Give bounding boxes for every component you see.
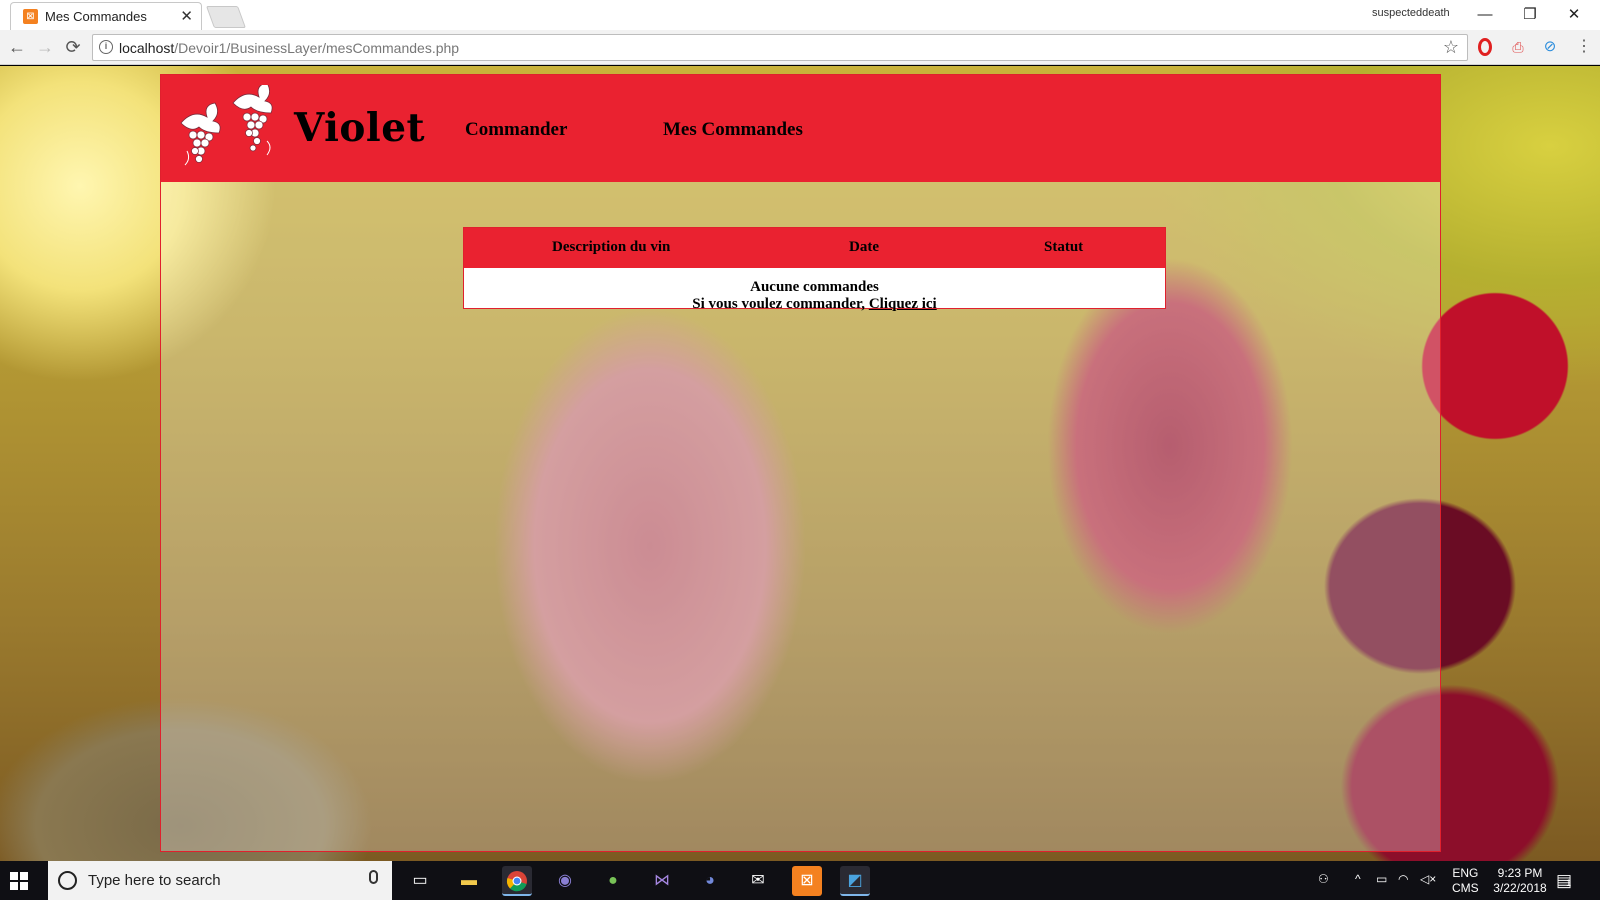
close-window-button[interactable]: ✕ <box>1552 3 1596 27</box>
search-placeholder: Type here to search <box>88 872 221 889</box>
clock-date: 3/22/2018 <box>1493 881 1547 895</box>
browser-toolbar: ← → ⟳ i localhost/Devoir1/BusinessLayer/… <box>0 30 1600 65</box>
back-button[interactable]: ← <box>6 37 28 59</box>
site-container: Violet Commander Mes Commandes Descripti… <box>160 74 1441 852</box>
cortana-icon <box>58 871 77 890</box>
eclipse-icon[interactable]: ◉ <box>550 866 580 896</box>
pdf-icon[interactable]: ⎙ <box>1509 38 1527 56</box>
language-indicator[interactable]: ENG CMS <box>1452 866 1479 896</box>
profile-name[interactable]: suspecteddeath <box>1372 7 1450 19</box>
xampp-icon[interactable]: ⊠ <box>792 866 822 896</box>
microphone-icon[interactable] <box>369 870 378 884</box>
reload-button[interactable]: ⟳ <box>62 37 84 59</box>
url-path: /Devoir1/BusinessLayer/mesCommandes.php <box>174 40 460 56</box>
file-explorer-icon[interactable]: ▬ <box>454 866 484 896</box>
mysql-workbench-icon[interactable]: ◩ <box>840 866 870 896</box>
notification-center-icon[interactable]: ▤1 <box>1556 871 1572 891</box>
speaker-muted-icon[interactable]: ◁× <box>1420 872 1436 886</box>
language-code: ENG <box>1452 866 1479 880</box>
visual-studio-icon[interactable]: ⋈ <box>647 866 677 896</box>
brand-name[interactable]: Violet <box>294 105 425 151</box>
address-bar[interactable]: i localhost/Devoir1/BusinessLayer/mesCom… <box>92 34 1468 61</box>
taskbar-search-box[interactable]: Type here to search <box>48 861 392 900</box>
orders-table-header: Description du vin Date Statut <box>464 228 1165 268</box>
chrome-icon[interactable] <box>502 866 532 896</box>
chevron-up-icon[interactable]: ^ <box>1355 872 1361 886</box>
empty-prompt: Si vous voulez commander, <box>692 296 866 312</box>
column-header-date: Date <box>849 239 879 255</box>
mail-icon[interactable]: ✉ <box>743 866 773 896</box>
page-viewport: Violet Commander Mes Commandes Descripti… <box>0 66 1600 861</box>
android-studio-icon[interactable]: ● <box>598 866 628 896</box>
opera-icon[interactable] <box>1478 38 1492 56</box>
task-view-icon[interactable]: ▭ <box>405 866 435 896</box>
clock-time: 9:23 PM <box>1497 866 1543 880</box>
minimize-button[interactable]: — <box>1463 3 1507 27</box>
empty-prompt-line: Si vous voulez commander, Cliquez ici <box>464 296 1165 313</box>
url-host: localhost <box>119 40 175 56</box>
tab-title: Mes Commandes <box>45 9 147 24</box>
grapes-logo-icon <box>180 85 273 166</box>
tab-close-icon[interactable]: ✕ <box>180 7 193 25</box>
blue-extension-icon[interactable]: ⊘ <box>1541 38 1559 56</box>
wifi-icon[interactable]: ◠ <box>1398 872 1408 886</box>
column-header-description: Description du vin <box>552 239 671 255</box>
windows-start-icon[interactable] <box>10 872 28 890</box>
order-now-link[interactable]: Cliquez ici <box>869 296 937 312</box>
discord-icon[interactable]: ◕ <box>695 866 725 896</box>
people-icon[interactable]: ⚇ <box>1318 872 1329 886</box>
browser-tab-strip: ⊠ Mes Commandes ✕ suspecteddeath — ❐ ✕ <box>0 0 1600 30</box>
site-header: Violet Commander Mes Commandes <box>161 75 1440 182</box>
new-tab-button[interactable] <box>205 6 247 28</box>
nav-link-mes-commandes[interactable]: Mes Commandes <box>663 119 803 141</box>
orders-empty-state: Aucune commandes Si vous voulez commande… <box>464 268 1165 312</box>
xampp-favicon-icon: ⊠ <box>23 9 38 24</box>
site-info-icon[interactable]: i <box>99 40 113 54</box>
browser-tab[interactable]: ⊠ Mes Commandes ✕ <box>10 2 202 30</box>
clock[interactable]: 9:23 PM 3/22/2018 <box>1488 866 1552 896</box>
battery-icon[interactable]: ▭ <box>1376 872 1387 886</box>
empty-title: Aucune commandes <box>750 279 879 295</box>
windows-taskbar: Type here to search ▭ ▬ ◉ ● ⋈ ◕ ✉ ⊠ ◩ ⚇ … <box>0 861 1600 900</box>
url-text[interactable]: localhost/Devoir1/BusinessLayer/mesComma… <box>119 40 459 56</box>
bookmark-star-icon[interactable]: ☆ <box>1443 37 1459 58</box>
notification-count: 1 <box>1566 878 1572 888</box>
language-variant: CMS <box>1452 881 1479 895</box>
orders-table: Description du vin Date Statut Aucune co… <box>463 227 1166 312</box>
maximize-button[interactable]: ❐ <box>1508 3 1552 27</box>
menu-icon[interactable]: ⋮ <box>1575 38 1593 56</box>
nav-link-commander[interactable]: Commander <box>465 119 567 141</box>
forward-button[interactable]: → <box>34 37 56 59</box>
column-header-statut: Statut <box>1044 239 1084 255</box>
